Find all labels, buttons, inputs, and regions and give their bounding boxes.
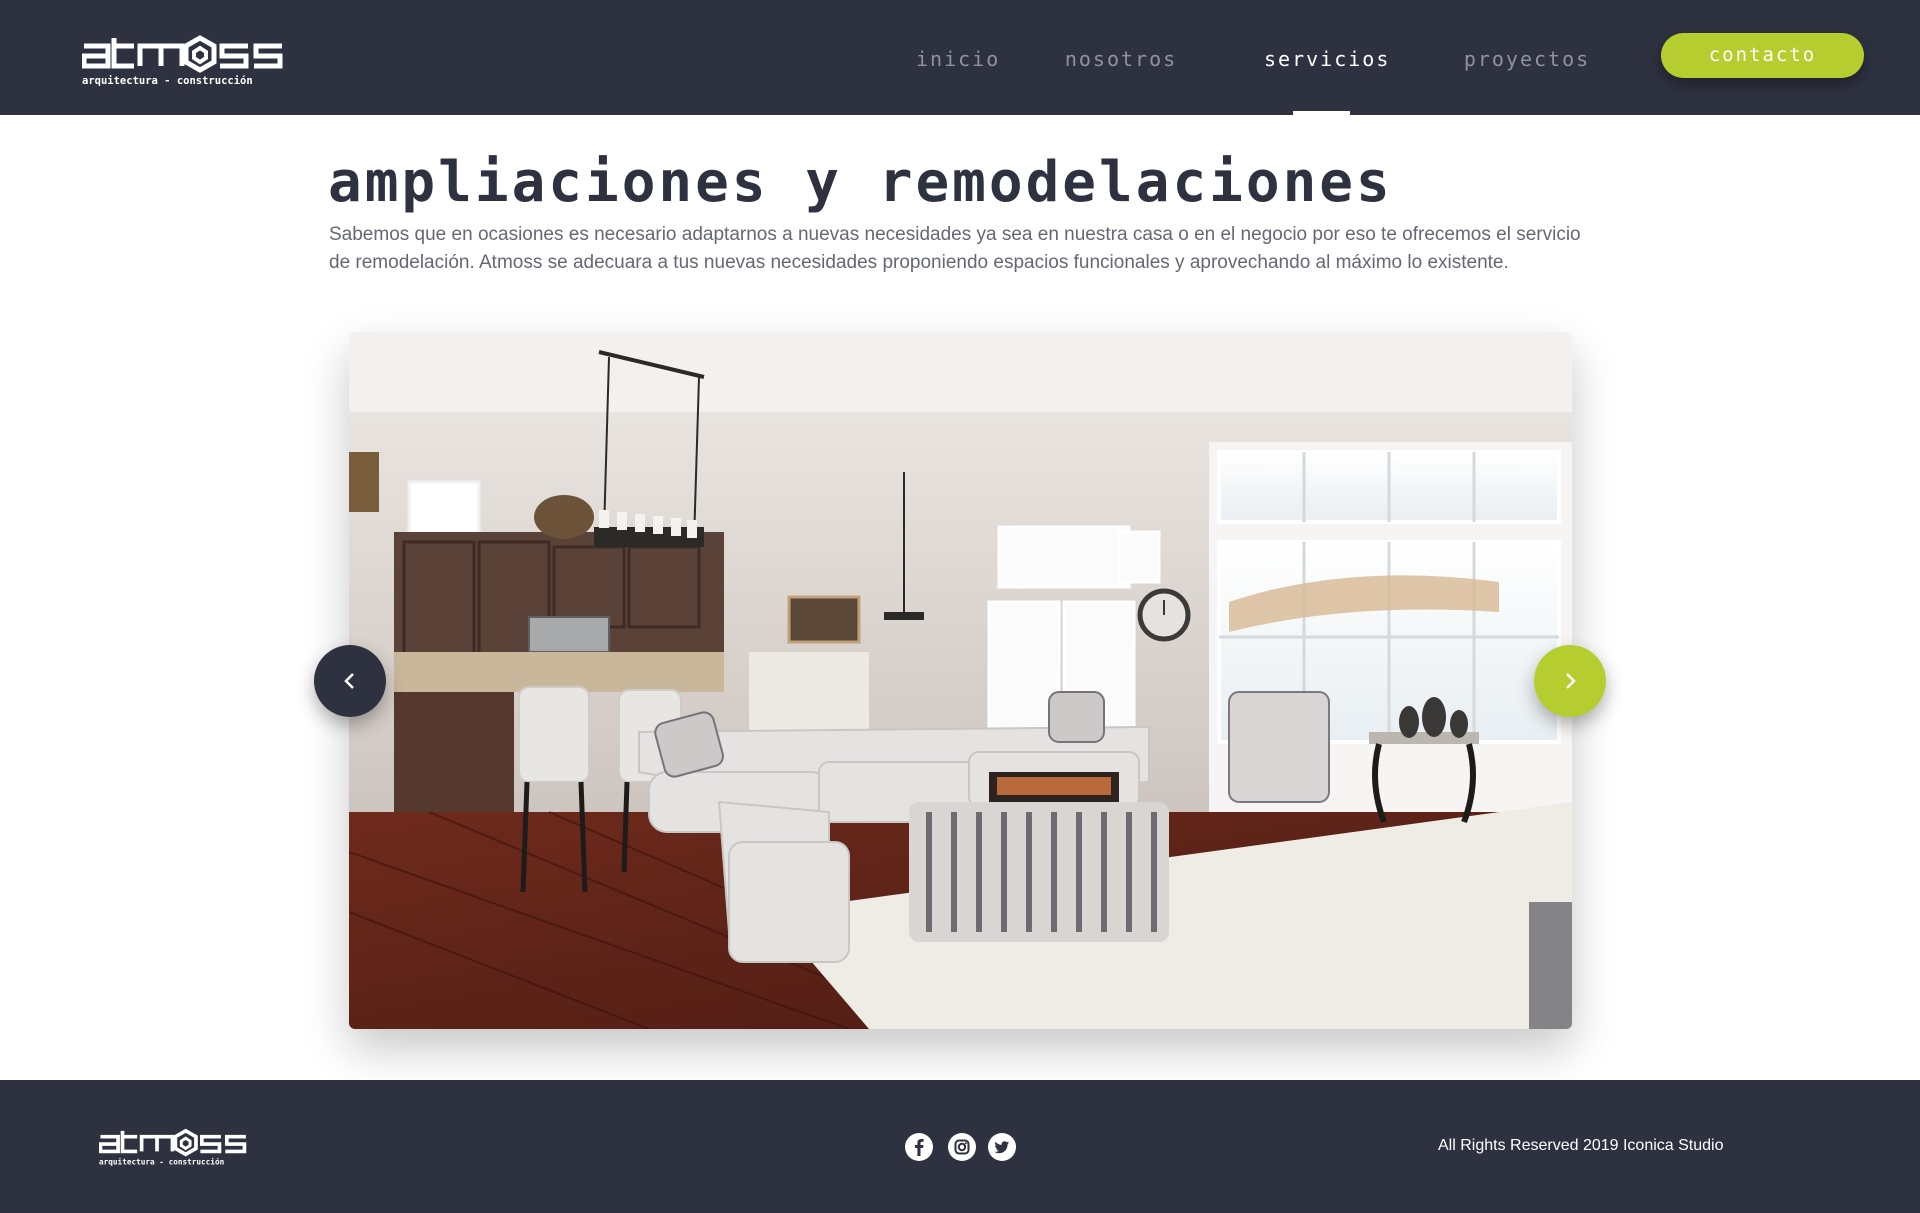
nav-inicio[interactable]: inicio xyxy=(916,44,998,74)
instagram-link[interactable] xyxy=(948,1133,976,1161)
intro-text: Sabemos que en ocasiones es necesario ad… xyxy=(329,224,1581,273)
facebook-icon xyxy=(915,1139,924,1156)
page-title: ampliaciones y remodelaciones xyxy=(328,150,1393,215)
nav-proyectos[interactable]: proyectos xyxy=(1462,44,1592,74)
site-header: arquitectura - construcción inicio nosot… xyxy=(0,0,1920,115)
main-nav: inicio nosotros servicios proyectos xyxy=(0,0,1920,115)
active-nav-indicator xyxy=(1293,111,1350,115)
copyright-text: All Rights Reserved 2019 Iconica Studio xyxy=(1438,1137,1724,1154)
slider-prev-button[interactable] xyxy=(314,645,386,717)
instagram-icon xyxy=(954,1139,970,1155)
twitter-icon xyxy=(994,1141,1009,1154)
image-slider xyxy=(314,332,1606,1029)
chevron-left-icon xyxy=(344,673,354,689)
slide-image-living-room xyxy=(349,332,1572,1029)
footer-atmoss-logo[interactable]: arquitectura - construcción xyxy=(98,1127,265,1167)
chevron-right-icon xyxy=(1566,673,1576,689)
twitter-link[interactable] xyxy=(988,1133,1016,1161)
contact-button[interactable]: contacto xyxy=(1661,33,1864,78)
nav-nosotros[interactable]: nosotros xyxy=(1063,44,1179,74)
facebook-link[interactable] xyxy=(905,1133,933,1161)
slider-next-button[interactable] xyxy=(1534,645,1606,717)
nav-servicios[interactable]: servicios xyxy=(1264,44,1388,74)
svg-text:arquitectura - construcción: arquitectura - construcción xyxy=(99,1158,225,1167)
site-footer: arquitectura - construcción All Rights R… xyxy=(0,1080,1920,1213)
